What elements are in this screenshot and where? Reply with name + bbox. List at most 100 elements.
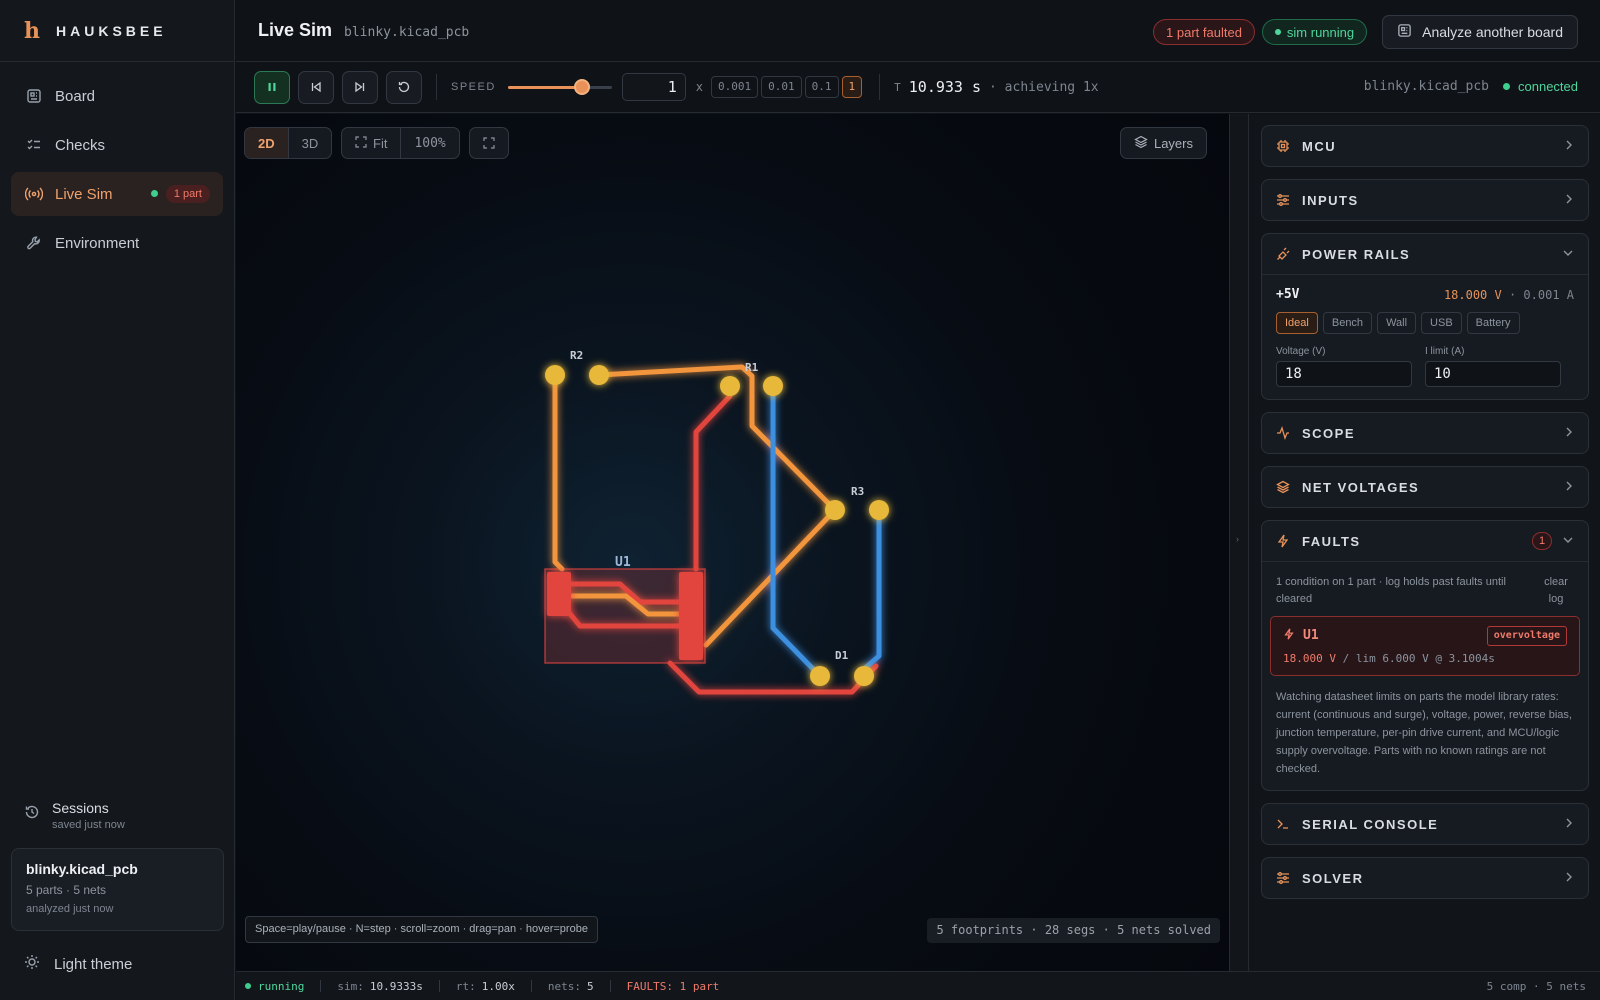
slider-fill xyxy=(507,86,582,89)
d1-pad-1[interactable] xyxy=(810,666,830,686)
chevron-right-icon xyxy=(1564,479,1574,496)
power-source-battery[interactable]: Battery xyxy=(1466,312,1520,334)
nets-label: nets: xyxy=(547,979,581,993)
zoom-level[interactable]: 100% xyxy=(401,128,458,158)
trace-r2-r1[interactable] xyxy=(596,364,838,513)
view-2d-button[interactable]: 2D xyxy=(245,128,289,158)
speed-preset-button[interactable]: 1 xyxy=(841,76,863,98)
power-source-ideal[interactable]: Ideal xyxy=(1276,312,1318,334)
sidebar-item-environment[interactable]: Environment xyxy=(11,221,223,265)
section-mcu-header[interactable]: MCU xyxy=(1262,126,1588,166)
fit-button[interactable]: Fit xyxy=(342,128,402,158)
time-label: T xyxy=(894,80,901,94)
sliders-icon xyxy=(1276,193,1292,207)
chevron-down-icon xyxy=(1562,246,1574,263)
ref-label-u1: U1 xyxy=(615,555,631,570)
trace-u1-r1[interactable] xyxy=(693,393,733,572)
voltage-input[interactable]: 18 xyxy=(1276,361,1412,387)
collapse-chevron-icon[interactable]: › xyxy=(1236,534,1239,544)
faults-note: 1 condition on 1 part · log holds past f… xyxy=(1276,576,1506,605)
section-net-voltages-header[interactable]: NET VOLTAGES xyxy=(1262,467,1588,507)
section-serial-console: SERIAL CONSOLE xyxy=(1261,803,1589,845)
view-3d-button[interactable]: 3D xyxy=(289,128,332,158)
pcb-canvas[interactable]: R2 R1 R3 U1 D1 2D 3D Fit 100% Layers Spa… xyxy=(236,114,1229,971)
sim-status-label: sim running xyxy=(1286,24,1355,40)
r2-pad-1[interactable] xyxy=(545,365,565,385)
fault-card[interactable]: U1 overvoltage 18.000 V / lim 6.000 V @ … xyxy=(1270,616,1580,676)
rail-voltage: 18.000 V xyxy=(1443,287,1502,302)
speed-input[interactable]: 1 xyxy=(621,73,686,101)
reset-button[interactable] xyxy=(386,70,422,104)
sidebar-item-checks[interactable]: Checks xyxy=(11,123,223,167)
running-dot xyxy=(245,983,251,989)
sidebar-item-label: Environment xyxy=(55,234,140,252)
section-net-voltages: NET VOLTAGES xyxy=(1261,466,1589,508)
step-back-button[interactable] xyxy=(298,70,334,104)
d1-pad-2[interactable] xyxy=(854,666,874,686)
faults-status[interactable]: FAULTS: 1 part xyxy=(627,980,720,993)
power-source-bench[interactable]: Bench xyxy=(1322,312,1373,334)
u1-pad-right[interactable] xyxy=(679,572,703,660)
sidebar-nav: Board Checks Live Sim 1 part Environment xyxy=(0,62,234,282)
speed-preset-button[interactable]: 0.001 xyxy=(711,76,759,98)
hauksbee-logo-icon[interactable]: h xyxy=(22,18,42,44)
r3-pad-1[interactable] xyxy=(825,500,845,520)
layers-button[interactable]: Layers xyxy=(1119,127,1207,159)
speed-slider[interactable] xyxy=(507,79,612,95)
section-faults: FAULTS 1 1 condition on 1 part · log hol… xyxy=(1261,520,1589,791)
voltage-field: Voltage (V) 18 xyxy=(1276,346,1412,387)
pause-button[interactable] xyxy=(254,70,290,104)
sidebar-item-live-sim[interactable]: Live Sim 1 part xyxy=(11,172,223,216)
lightning-icon xyxy=(1276,534,1292,548)
section-faults-header[interactable]: FAULTS 1 xyxy=(1262,521,1588,561)
faults-body: 1 condition on 1 part · log holds past f… xyxy=(1262,561,1588,790)
inspector-panel: MCU INPUTS POWER RAILS +5V 18.000 V · 0.… xyxy=(1249,114,1600,971)
r2-pad-2[interactable] xyxy=(589,365,609,385)
r1-pad-2[interactable] xyxy=(763,376,783,396)
panel-splitter[interactable]: › xyxy=(1229,114,1249,971)
pcb-view[interactable]: R2 R1 R3 U1 D1 xyxy=(236,114,1229,971)
ilimit-input[interactable]: 10 xyxy=(1425,361,1561,387)
wrench-icon xyxy=(25,234,43,252)
clear-log-button[interactable]: clear log xyxy=(1538,574,1574,608)
rt-label: rt: xyxy=(455,979,476,993)
step-forward-button[interactable] xyxy=(342,70,378,104)
skip-forward-icon xyxy=(355,81,365,93)
theme-toggle[interactable]: Light theme xyxy=(24,954,132,974)
faulted-status-pill[interactable]: 1 part faulted xyxy=(1153,19,1255,45)
fullscreen-button[interactable] xyxy=(470,128,508,158)
slider-thumb[interactable] xyxy=(573,79,590,95)
section-solver-header[interactable]: SOLVER xyxy=(1262,858,1588,898)
fault-count-badge: 1 part xyxy=(165,185,210,203)
analyze-another-board-button[interactable]: Analyze another board xyxy=(1382,15,1578,49)
trace-r3-d1[interactable] xyxy=(861,507,882,672)
trace-r2-u1[interactable] xyxy=(552,372,565,572)
sidebar-item-label: Board xyxy=(55,87,96,105)
power-source-wall[interactable]: Wall xyxy=(1377,312,1417,334)
section-inputs-header[interactable]: INPUTS xyxy=(1262,180,1588,220)
layers-icon xyxy=(1276,480,1292,494)
u1-pad-left[interactable] xyxy=(547,572,571,616)
session-card[interactable]: blinky.kicad_pcb 5 parts · 5 nets analyz… xyxy=(11,848,224,931)
rail-current: · 0.001 A xyxy=(1508,287,1574,302)
r1-pad-1[interactable] xyxy=(720,376,740,396)
trace-u1-d1[interactable] xyxy=(667,660,879,695)
speed-preset-button[interactable]: 0.01 xyxy=(761,76,802,98)
section-title: FAULTS xyxy=(1302,533,1361,549)
fit-label: Fit xyxy=(373,135,388,151)
power-source-usb[interactable]: USB xyxy=(1421,312,1462,334)
skip-back-icon xyxy=(311,81,321,93)
terminal-icon xyxy=(1276,817,1292,831)
sim-time-label: sim: xyxy=(337,979,364,993)
sidebar-item-board[interactable]: Board xyxy=(11,74,223,118)
sliders-icon xyxy=(1276,871,1292,885)
connected-file: blinky.kicad_pcb xyxy=(1363,79,1489,94)
speed-preset-button[interactable]: 0.1 xyxy=(804,76,839,98)
section-power-rails-header[interactable]: POWER RAILS xyxy=(1262,234,1588,274)
section-scope-header[interactable]: SCOPE xyxy=(1262,413,1588,453)
chevron-right-icon xyxy=(1564,192,1574,209)
sessions-header[interactable]: Sessions saved just now xyxy=(24,800,125,831)
fault-detail: 18.000 V / lim 6.000 V @ 3.1004s xyxy=(1283,652,1567,665)
r3-pad-2[interactable] xyxy=(869,500,889,520)
section-serial-console-header[interactable]: SERIAL CONSOLE xyxy=(1262,804,1588,844)
